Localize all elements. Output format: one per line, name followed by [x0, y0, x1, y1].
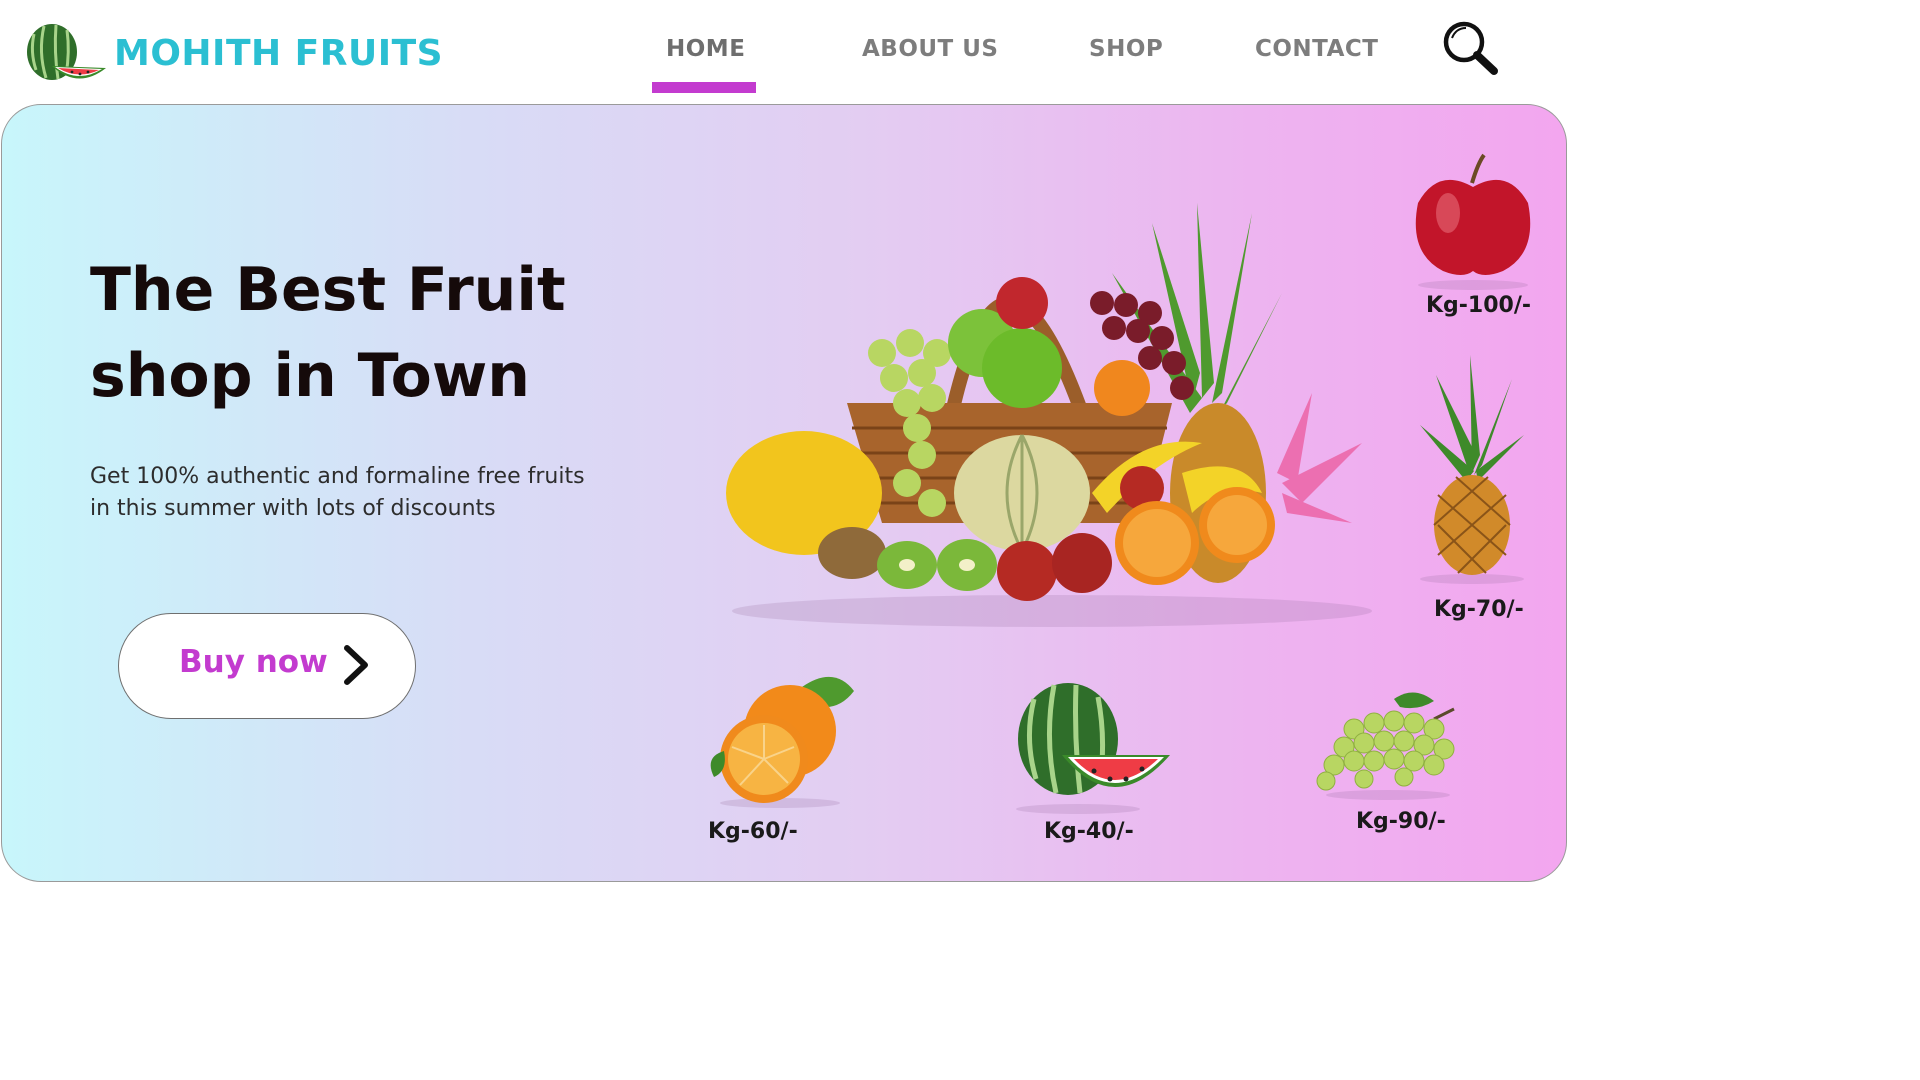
- nav-contact[interactable]: CONTACT: [1255, 36, 1378, 62]
- nav-about-us[interactable]: ABOUT US: [862, 36, 999, 62]
- hero-banner: The Best Fruit shop in Town Get 100% aut…: [1, 104, 1567, 882]
- watermelon-price: Kg-40/-: [1044, 819, 1134, 844]
- hero-subtitle: Get 100% authentic and formaline free fr…: [90, 461, 650, 525]
- search-icon[interactable]: [1440, 18, 1504, 78]
- orange-price: Kg-60/-: [708, 819, 798, 844]
- nav-active-indicator: [652, 82, 756, 93]
- hero-title-line-1: The Best Fruit: [90, 255, 566, 325]
- brand-name: MOHITH FRUITS: [114, 32, 444, 74]
- pineapple-icon[interactable]: [1416, 355, 1528, 587]
- grapes-icon[interactable]: [1314, 689, 1460, 801]
- hero-subtitle-line-1: Get 100% authentic and formaline free fr…: [90, 464, 585, 489]
- nav-home[interactable]: HOME: [666, 36, 745, 62]
- hero-subtitle-line-2: in this summer with lots of discounts: [90, 496, 496, 521]
- hero-title: The Best Fruit shop in Town: [90, 247, 690, 419]
- pineapple-price: Kg-70/-: [1434, 597, 1524, 622]
- watermelon-logo-icon: [27, 24, 106, 80]
- hero-title-line-2: shop in Town: [90, 341, 530, 411]
- apple-price: Kg-100/-: [1426, 293, 1532, 318]
- watermelon-icon[interactable]: [1014, 679, 1174, 815]
- brand-logo[interactable]: MOHITH FRUITS: [24, 20, 443, 86]
- orange-icon[interactable]: [704, 667, 854, 809]
- apple-icon[interactable]: [1408, 153, 1538, 293]
- nav-shop[interactable]: SHOP: [1089, 36, 1163, 62]
- grapes-price: Kg-90/-: [1356, 809, 1446, 834]
- buy-now-button[interactable]: Buy now: [118, 613, 416, 719]
- buy-now-label: Buy now: [179, 644, 328, 680]
- fruit-basket-image: [726, 203, 1372, 627]
- site-header: MOHITH FRUITS HOME ABOUT US SHOP CONTACT: [0, 0, 1568, 104]
- chevron-right-icon: [344, 645, 368, 685]
